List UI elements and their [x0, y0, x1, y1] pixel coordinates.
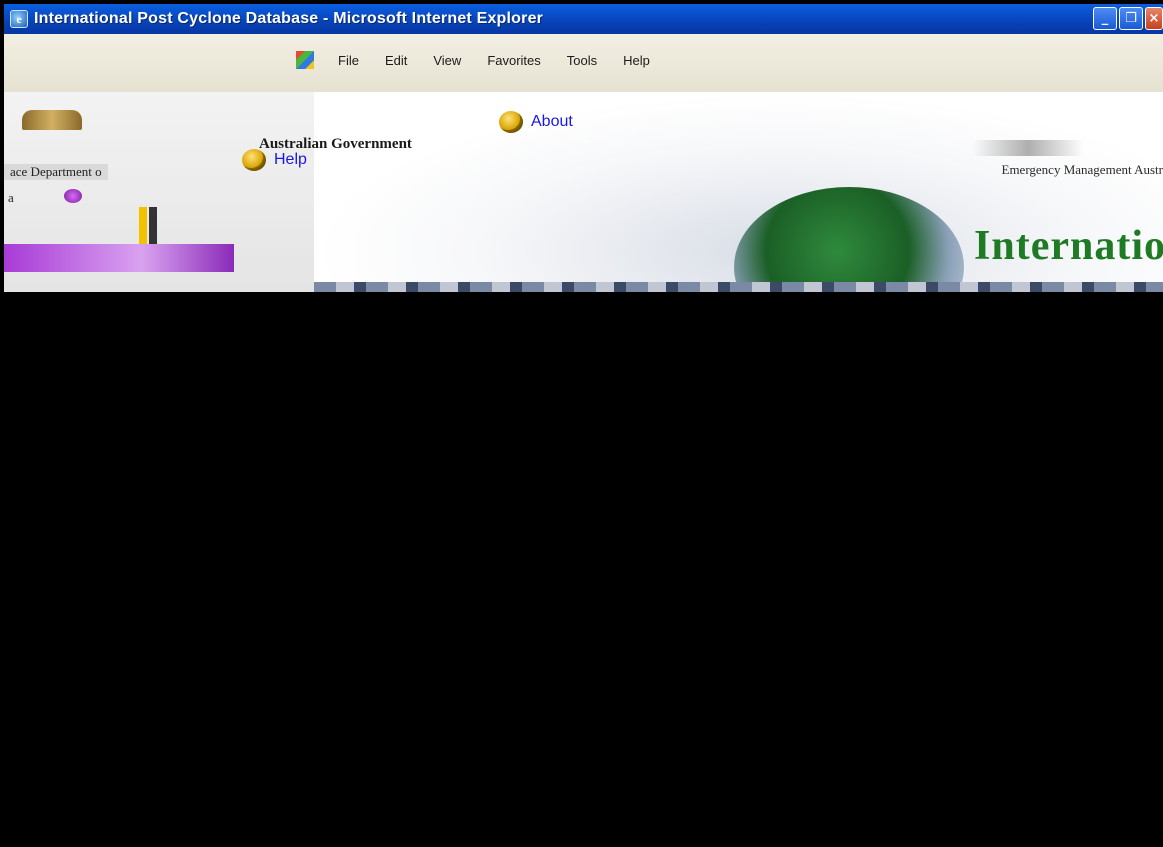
menu-edit[interactable]: Edit	[381, 52, 411, 69]
unrendered-area	[4, 292, 1163, 847]
nav-about[interactable]: About	[499, 111, 573, 133]
bullet-icon	[242, 149, 266, 171]
nav-help[interactable]: Help	[242, 149, 307, 171]
menu-favorites[interactable]: Favorites	[483, 52, 544, 69]
department-text: ace Department o	[4, 164, 108, 180]
nav-about-label: About	[531, 113, 573, 130]
ie-icon: e	[10, 10, 28, 28]
banner-title: International	[974, 223, 1163, 269]
menu-tools[interactable]: Tools	[563, 52, 601, 69]
header-banner: Emergency Management Austr International	[314, 92, 1163, 292]
menu-view[interactable]: View	[429, 52, 465, 69]
banner-strip	[314, 282, 1163, 292]
bullet-icon	[499, 111, 523, 133]
minimize-icon[interactable]: _	[1093, 7, 1117, 30]
restore-icon[interactable]: ❐	[1119, 7, 1143, 30]
nav-help-label: Help	[274, 151, 307, 168]
region-text: a	[8, 190, 14, 205]
menu-items: File Edit View Favorites Tools Help	[334, 52, 654, 69]
window-controls: _ ❐ ×	[1093, 7, 1163, 30]
menu-file[interactable]: File	[334, 52, 363, 69]
close-icon[interactable]: ×	[1145, 7, 1163, 30]
agency-name: Emergency Management Austr	[1001, 162, 1163, 177]
window-title: International Post Cyclone Database - Mi…	[34, 10, 544, 27]
government-crest-icon	[22, 110, 82, 130]
browser-window: e International Post Cyclone Database - …	[4, 4, 1163, 847]
menu-help[interactable]: Help	[619, 52, 654, 69]
globe-image	[734, 187, 964, 292]
nav-band	[4, 244, 234, 272]
menu-bar: File Edit View Favorites Tools Help	[4, 34, 1163, 93]
purple-bullet-icon	[64, 189, 82, 203]
windows-logo-icon	[296, 51, 314, 69]
left-panel: ace Department o a	[4, 92, 314, 292]
agency-seal-icon	[973, 140, 1083, 156]
page-content: ace Department o a Emergency Management …	[4, 92, 1163, 292]
title-bar[interactable]: e International Post Cyclone Database - …	[4, 4, 1163, 34]
